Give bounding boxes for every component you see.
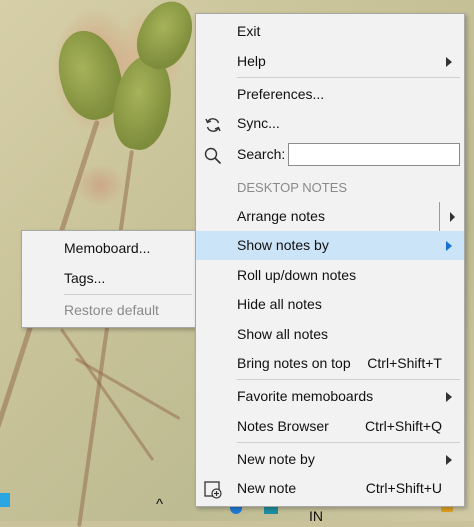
submenu-arrow-icon (446, 455, 452, 465)
tray-overflow-chevron-icon[interactable]: ^ (156, 496, 163, 513)
menu-item-roll-up-down[interactable]: Roll up/down notes (196, 261, 464, 290)
menu-item-label: Show all notes (237, 326, 329, 342)
menu-separator (237, 379, 460, 380)
submenu-arrow-icon (446, 57, 452, 67)
menu-item-label: New note (237, 480, 297, 496)
wallpaper-stem (77, 150, 134, 527)
menu-item-label: Preferences... (237, 86, 325, 102)
section-header-label: DESKTOP NOTES (237, 180, 348, 195)
menu-item-preferences[interactable]: Preferences... (196, 80, 464, 109)
menu-item-show-notes-by[interactable]: Show notes by (196, 231, 464, 260)
menu-item-shortcut: Ctrl+Shift+U (365, 480, 442, 496)
section-header-desktop-notes: DESKTOP NOTES (196, 173, 464, 202)
menu-item-label: Show notes by (237, 237, 329, 253)
menu-item-label: Favorite memoboards (237, 388, 374, 404)
menu-item-arrange-notes[interactable]: Arrange notes (196, 202, 464, 231)
menu-item-label: Notes Browser (237, 418, 329, 434)
menu-item-show-all[interactable]: Show all notes (196, 320, 464, 349)
menu-item-tags[interactable]: Tags... (22, 264, 196, 293)
menu-item-bring-on-top[interactable]: Bring notes on top Ctrl+Shift+T (196, 349, 464, 378)
new-note-icon (204, 480, 222, 499)
menu-item-label: Memoboard... (64, 240, 151, 256)
tray-context-menu: Exit Help Preferences... Sync... Search: (195, 13, 465, 507)
menu-item-exit[interactable]: Exit (196, 17, 464, 46)
taskbar-start-tile[interactable] (0, 493, 10, 507)
menu-item-label: Restore default (64, 302, 159, 318)
arrange-notes-split-button[interactable] (439, 202, 464, 231)
menu-item-label: Help (237, 53, 266, 69)
menu-item-new-note-by[interactable]: New note by (196, 445, 464, 474)
menu-item-hide-all[interactable]: Hide all notes (196, 290, 464, 319)
menu-item-shortcut: Ctrl+Shift+Q (364, 418, 442, 434)
menu-item-label: Exit (237, 23, 261, 39)
menu-item-memoboard[interactable]: Memoboard... (22, 234, 196, 263)
menu-separator (237, 77, 460, 78)
menu-item-label: Sync... (237, 115, 280, 131)
search-input[interactable] (288, 143, 460, 166)
menu-item-label: New note by (237, 451, 315, 467)
menu-item-search: Search: (196, 140, 464, 169)
menu-separator (64, 294, 192, 295)
menu-item-notes-browser[interactable]: Notes Browser Ctrl+Shift+Q (196, 412, 464, 441)
menu-item-sync[interactable]: Sync... (196, 109, 464, 138)
menu-item-label: Tags... (64, 270, 106, 286)
menu-item-label: Arrange notes (237, 208, 325, 224)
menu-item-new-note[interactable]: New note Ctrl+Shift+U (196, 474, 464, 503)
menu-item-label: Bring notes on top (237, 355, 351, 371)
submenu-arrow-icon (446, 392, 452, 402)
menu-item-help[interactable]: Help (196, 47, 464, 76)
submenu-arrow-icon (450, 212, 455, 222)
menu-item-label: Hide all notes (237, 296, 322, 312)
language-indicator[interactable]: IN (309, 508, 323, 524)
sync-icon (204, 115, 222, 133)
menu-item-restore-default: Restore default (22, 296, 196, 325)
show-notes-by-submenu: Memoboard... Tags... Restore default (21, 230, 197, 328)
menu-separator (237, 442, 460, 443)
search-icon (204, 146, 222, 165)
submenu-arrow-icon (446, 241, 452, 251)
wallpaper-stem (75, 357, 181, 420)
menu-item-favorite-memoboards[interactable]: Favorite memoboards (196, 382, 464, 411)
menu-item-label: Roll up/down notes (237, 267, 357, 283)
search-label: Search: (237, 146, 286, 162)
menu-item-shortcut: Ctrl+Shift+T (367, 355, 442, 371)
